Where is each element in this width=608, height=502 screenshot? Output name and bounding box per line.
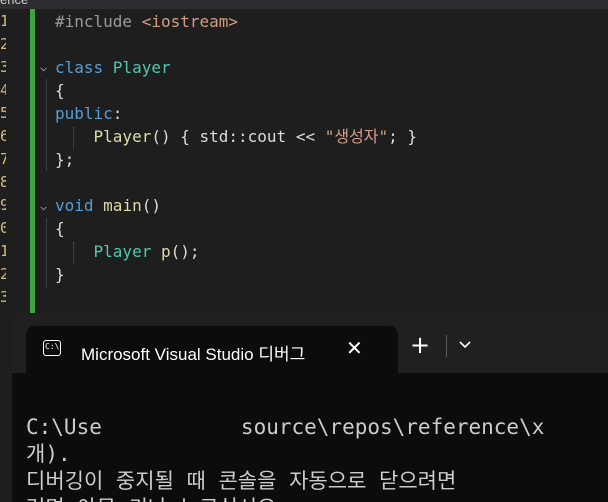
new-tab-button[interactable]: + bbox=[410, 333, 430, 357]
line-number: 1 bbox=[0, 242, 6, 260]
line-number: 6 bbox=[0, 127, 6, 145]
code-token: p bbox=[160, 242, 171, 261]
code-token: ; } bbox=[388, 127, 418, 146]
tab-divider bbox=[446, 335, 447, 357]
code-token: Player bbox=[112, 58, 171, 77]
code-token: { bbox=[55, 81, 65, 100]
code-token: void bbox=[55, 196, 104, 215]
fold-chevron-icon[interactable]: ⌵ bbox=[40, 56, 47, 79]
scope-guide bbox=[46, 79, 47, 171]
code-editor[interactable]: 1 2 3 4 5 6 7 8 9 0 1 2 3 ⌵ ⌵ #include <iostream> cla… bbox=[0, 9, 608, 321]
code-token: (); bbox=[170, 242, 200, 261]
fold-chevron-icon[interactable]: ⌵ bbox=[40, 195, 47, 218]
close-tab-button[interactable]: ✕ bbox=[346, 336, 363, 360]
window-title-strip: ence bbox=[0, 0, 608, 9]
code-token: } bbox=[55, 265, 65, 284]
code-line: { bbox=[55, 217, 65, 240]
console-icon: C:\ bbox=[43, 340, 61, 356]
line-number: 2 bbox=[0, 265, 6, 283]
line-number: 2 bbox=[0, 35, 6, 53]
window-title: ence bbox=[0, 0, 28, 7]
line-number: 4 bbox=[0, 81, 6, 99]
chevron-down-icon[interactable] bbox=[458, 339, 472, 351]
code-token: Player bbox=[93, 127, 152, 146]
code-token: () bbox=[141, 196, 161, 215]
code-token: class bbox=[55, 58, 113, 77]
code-token: Player bbox=[93, 242, 152, 261]
line-number: 3 bbox=[0, 58, 6, 76]
console-line: 디버깅이 중지될 때 콘솔을 자동으로 닫으려면 bbox=[26, 469, 457, 493]
code-line: class Player bbox=[55, 56, 171, 79]
code-token: <iostream> bbox=[141, 12, 239, 31]
code-token: main bbox=[103, 196, 142, 215]
code-token: #include bbox=[55, 12, 142, 31]
code-line: }; bbox=[55, 148, 74, 171]
line-number: 8 bbox=[0, 173, 6, 191]
console-line: 개). bbox=[26, 442, 71, 466]
change-indicator-bar bbox=[30, 9, 35, 321]
line-number: 7 bbox=[0, 150, 6, 168]
debug-console-window[interactable]: C:\ Microsoft Visual Studio 디버그 ✕ + C:\U… bbox=[12, 313, 608, 502]
code-token: public bbox=[55, 104, 113, 123]
code-line: { bbox=[55, 79, 65, 102]
line-number: 1 bbox=[0, 12, 6, 30]
code-line: Player p(); bbox=[55, 240, 200, 263]
terminal-tab[interactable]: C:\ Microsoft Visual Studio 디버그 ✕ bbox=[26, 326, 398, 373]
code-token: "생성자" bbox=[324, 127, 389, 146]
terminal-tab-strip: C:\ Microsoft Visual Studio 디버그 ✕ + bbox=[12, 313, 608, 373]
line-number: 9 bbox=[0, 196, 6, 214]
console-line: C:\Use source\repos\reference\x bbox=[26, 415, 545, 439]
line-number: 5 bbox=[0, 104, 6, 122]
code-line: #include <iostream> bbox=[55, 10, 238, 33]
console-line: 려면 아무 키나 누르십시오... bbox=[26, 494, 314, 502]
code-token: () { std::cout << bbox=[151, 127, 325, 146]
code-token: : bbox=[112, 104, 123, 123]
terminal-tab-title: Microsoft Visual Studio 디버그 bbox=[81, 345, 306, 364]
line-number: 3 bbox=[0, 288, 6, 306]
code-token: }; bbox=[55, 150, 75, 169]
line-number: 0 bbox=[0, 219, 6, 237]
line-number-gutter: 1 2 3 4 5 6 7 8 9 0 1 2 3 bbox=[0, 9, 30, 321]
code-line: void main() bbox=[55, 194, 161, 217]
code-line: } bbox=[55, 263, 65, 286]
code-line: public: bbox=[55, 102, 122, 125]
code-line: Player() { std::cout << "생성자"; } bbox=[55, 125, 418, 148]
code-token: { bbox=[55, 219, 65, 238]
scope-guide bbox=[46, 218, 47, 288]
